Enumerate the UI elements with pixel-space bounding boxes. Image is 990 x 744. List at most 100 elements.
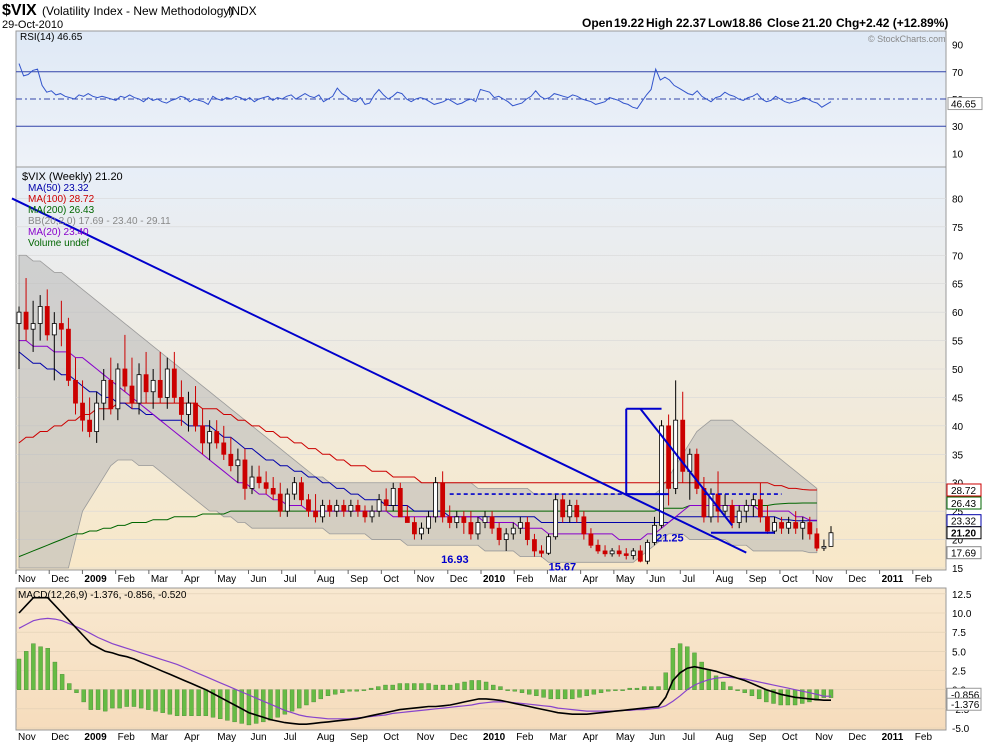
price-month-label: Feb: [118, 574, 136, 585]
legend-ma20: MA(20) 23.40: [28, 227, 89, 238]
macd-histogram-bar: [167, 689, 173, 715]
candle-body: [306, 499, 311, 512]
macd-histogram-bar: [756, 689, 762, 700]
price-month-label: Feb: [516, 574, 534, 585]
macd-histogram-bar: [383, 684, 388, 690]
macd-histogram-bar: [455, 683, 460, 690]
candle-body: [574, 505, 580, 518]
price-month-label: Oct: [782, 574, 798, 585]
macd-histogram-bar: [23, 651, 29, 690]
macd-histogram-bar: [620, 689, 625, 691]
rsi-tick-label: 30: [952, 122, 964, 133]
price-month-label: Nov: [815, 574, 833, 585]
macd-histogram-bar: [412, 683, 417, 690]
candle-body: [164, 368, 170, 398]
macd-right-label: -1.376: [951, 700, 980, 711]
price-right-label: 28.72: [951, 486, 976, 497]
candle-body: [214, 431, 220, 444]
macd-month-label: Apr: [583, 732, 599, 743]
candle-body: [235, 459, 241, 467]
macd-histogram-bar: [88, 689, 94, 710]
price-month-label: May: [616, 574, 635, 585]
legend-volume: Volume undef: [28, 238, 89, 249]
candle-body: [341, 505, 347, 512]
candle-body: [51, 323, 57, 336]
macd-histogram-bar: [347, 689, 352, 692]
candle-body: [369, 510, 375, 518]
candle-body: [489, 516, 495, 529]
macd-month-label: Apr: [184, 732, 200, 743]
macd-histogram-bar: [124, 689, 129, 707]
legend-ma200: MA(200) 26.43: [28, 205, 95, 216]
macd-histogram-bar: [512, 689, 518, 692]
candle-body: [828, 532, 834, 547]
macd-histogram-bar: [498, 686, 503, 690]
price-month-label: Jun: [649, 574, 665, 585]
price-tick-label: 65: [952, 280, 964, 291]
price-month-label: Jul: [682, 574, 695, 585]
candle-body: [16, 311, 22, 324]
macd-histogram-bar: [59, 674, 65, 690]
macd-histogram-bar: [526, 689, 532, 695]
candle-body: [729, 505, 735, 523]
candle-body: [510, 527, 516, 535]
price-month-label: Dec: [450, 574, 468, 585]
macd-histogram-bar: [376, 686, 381, 690]
candle-body: [750, 499, 756, 506]
macd-histogram-bar: [447, 684, 453, 690]
macd-histogram-bar: [74, 689, 79, 693]
macd-month-label: Aug: [716, 732, 734, 743]
price-month-label: Mar: [549, 574, 567, 585]
macd-histogram-bar: [548, 689, 553, 700]
candle-body: [821, 545, 827, 549]
candle-body: [807, 522, 813, 535]
candle-body: [157, 379, 163, 398]
high-label: High: [646, 16, 673, 30]
macd-histogram-bar: [562, 689, 568, 700]
candle-body: [299, 482, 304, 501]
price-tick-label: 75: [952, 223, 964, 234]
open-label: Open: [582, 16, 613, 30]
macd-histogram-bar: [641, 686, 647, 690]
candle-body: [348, 505, 354, 512]
candle-body: [221, 442, 227, 455]
macd-month-label: 2011: [882, 732, 904, 743]
candle-body: [793, 522, 799, 529]
macd-histogram-bar: [340, 689, 345, 693]
price-month-label: Dec: [848, 574, 866, 585]
candle-body: [765, 516, 770, 532]
close-value: 21.20: [802, 16, 832, 30]
macd-month-label: Mar: [151, 732, 169, 743]
legend-ma50: MA(50) 23.32: [28, 183, 89, 194]
price-tick-label: 70: [952, 251, 964, 262]
candle-body: [475, 522, 481, 535]
candle-body: [291, 482, 297, 495]
candle-body: [186, 402, 191, 415]
candle-body: [284, 493, 290, 512]
macd-month-label: Mar: [549, 732, 567, 743]
macd-histogram-bar: [749, 689, 755, 697]
candle-body: [602, 550, 608, 555]
candle-body: [517, 522, 523, 529]
chg-value: +2.42 (+12.89%): [859, 16, 948, 30]
candle-body: [539, 550, 544, 554]
macd-histogram-bar: [764, 689, 769, 703]
rsi-legend-text: RSI(14) 46.65: [20, 32, 83, 43]
macd-histogram-bar: [606, 689, 611, 692]
macd-month-label: Nov: [815, 732, 833, 743]
macd-histogram-bar: [253, 689, 259, 724]
candle-body: [736, 510, 742, 523]
macd-histogram-bar: [677, 643, 683, 690]
candle-body: [616, 550, 622, 555]
macd-histogram-bar: [203, 689, 209, 716]
price-tick-label: 15: [952, 564, 964, 575]
candle-body: [800, 522, 806, 529]
macd-histogram-bar: [131, 689, 137, 707]
candle-body: [355, 505, 361, 512]
macd-histogram-bar: [627, 687, 632, 690]
macd-histogram-bar: [491, 684, 496, 690]
candle-body: [630, 550, 636, 556]
macd-histogram-bar: [433, 684, 438, 690]
rsi-legend: RSI(14) 46.65: [20, 32, 83, 43]
macd-histogram-bar: [742, 689, 747, 693]
